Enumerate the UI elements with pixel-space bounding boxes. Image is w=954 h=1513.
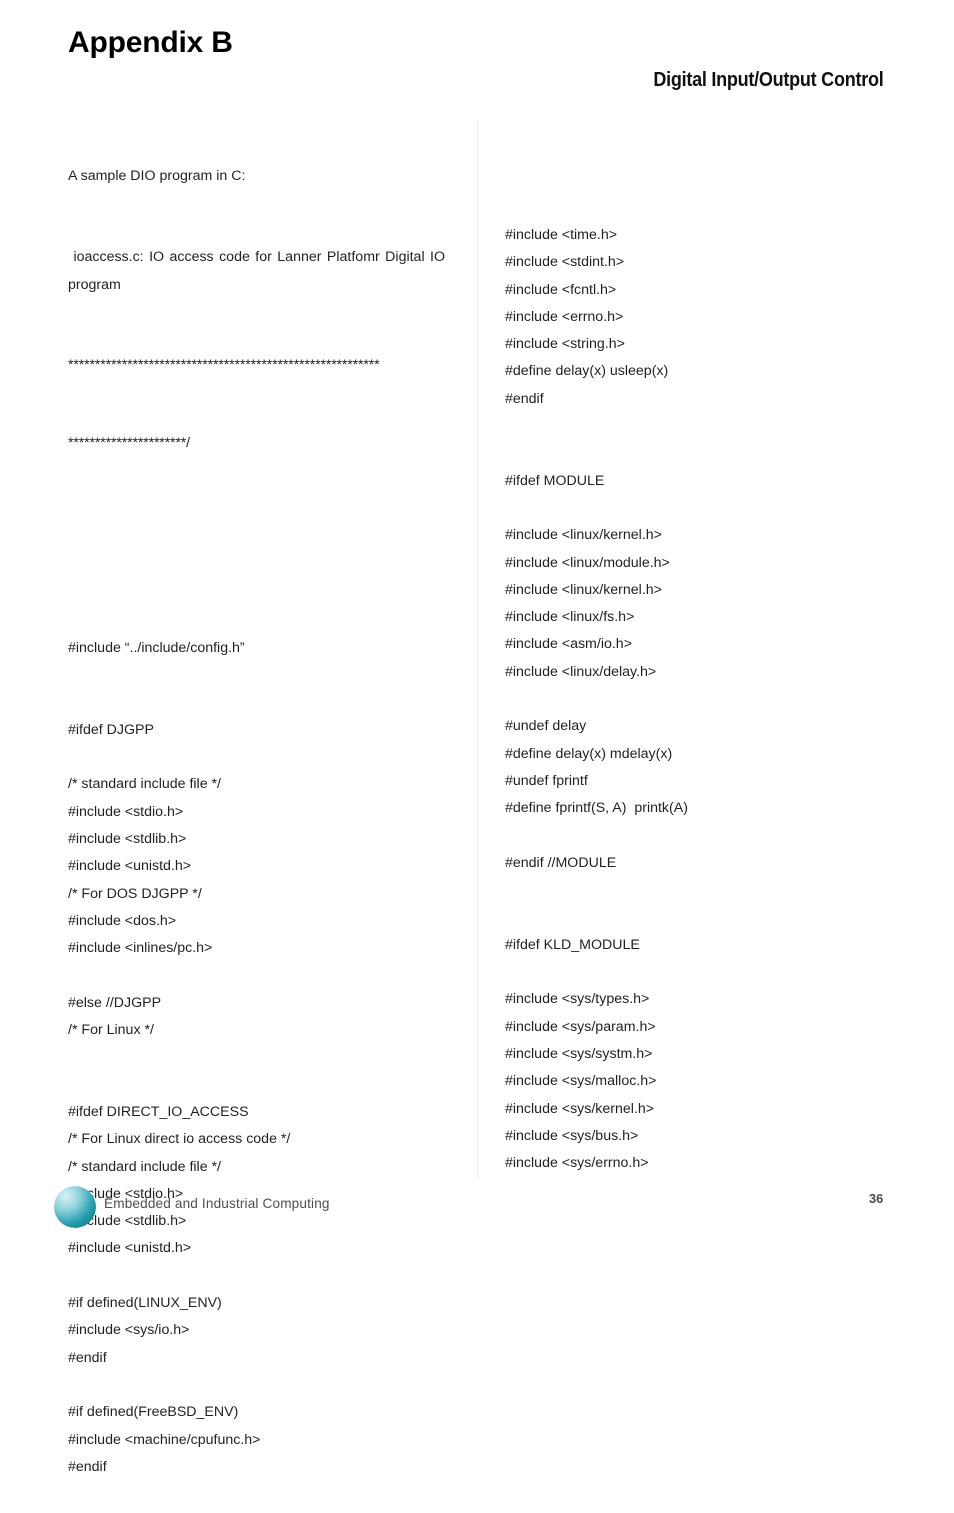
code-line: /* standard include file */ bbox=[68, 1158, 222, 1175]
right-code-block: #include <time.h> #include <stdint.h> #inc… bbox=[505, 222, 905, 1177]
code-line: #include <stdint.h> bbox=[505, 254, 625, 271]
code-line: #else //DJGPP bbox=[68, 994, 162, 1011]
code-line: #ifdef DJGPP bbox=[68, 721, 154, 738]
code-line: #ifdef KLD_MODULE bbox=[505, 936, 640, 953]
code-line: #include <machine/cpufunc.h> bbox=[68, 1431, 261, 1448]
code-line: #include <string.h> bbox=[505, 336, 625, 353]
code-line: #include <sys/malloc.h> bbox=[505, 1073, 657, 1090]
code-line: #include <errno.h> bbox=[505, 308, 624, 325]
code-line: #include <linux/module.h> bbox=[505, 554, 670, 571]
left-column-gap bbox=[68, 503, 458, 587]
code-line: #include <sys/systm.h> bbox=[505, 1045, 653, 1062]
code-line: #endif bbox=[68, 1349, 107, 1366]
intro-line: A sample DIO program in C: bbox=[68, 168, 246, 184]
code-line: #include <stdlib.h> bbox=[68, 1213, 187, 1230]
code-line: #include <unistd.h> bbox=[68, 1240, 192, 1257]
code-line: #endif bbox=[68, 1458, 107, 1475]
code-line: #if defined(LINUX_ENV) bbox=[68, 1295, 222, 1312]
code-line: #include <time.h> bbox=[505, 227, 617, 243]
left-column: A sample DIO program in C: ioaccess.c: I… bbox=[68, 131, 458, 1513]
code-line: #include <sys/io.h> bbox=[68, 1322, 190, 1339]
code-line: #endif //MODULE bbox=[505, 854, 617, 871]
code-line: /* For DOS DJGPP */ bbox=[68, 885, 202, 902]
code-line: #define delay(x) mdelay(x) bbox=[505, 745, 673, 762]
program-comment-line: ioaccess.c: IO access code for Lanner Pl… bbox=[68, 249, 451, 293]
code-line: #include <stdlib.h> bbox=[68, 830, 187, 847]
code-line: #include <fcntl.h> bbox=[505, 281, 617, 298]
right-column: #include <time.h> #include <stdint.h> #inc… bbox=[505, 190, 905, 1209]
document-page: Appendix B Digital Input/Output Control … bbox=[0, 0, 954, 1475]
code-line: #undef fprintf bbox=[505, 772, 588, 789]
code-line: #include “../include/config.h” bbox=[68, 639, 245, 656]
code-line: /* standard include file */ bbox=[68, 776, 222, 793]
code-line: #undef delay bbox=[505, 718, 587, 735]
code-line: #include <unistd.h> bbox=[68, 858, 192, 875]
code-line: #include <sys/errno.h> bbox=[505, 1155, 649, 1172]
lanner-globe-logo bbox=[53, 1185, 97, 1229]
code-line: #include <linux/delay.h> bbox=[505, 663, 657, 680]
code-line: #ifdef MODULE bbox=[505, 472, 605, 489]
code-line: #endif bbox=[505, 390, 544, 407]
code-line: #define fprintf(S, A) printk(A) bbox=[505, 800, 688, 817]
star-separator-line-2: **********************/ bbox=[68, 434, 190, 451]
code-line: #define delay(x) usleep(x) bbox=[505, 363, 669, 380]
code-line: #include <sys/bus.h> bbox=[505, 1127, 639, 1144]
code-line: #if defined(FreeBSD_ENV) bbox=[68, 1404, 239, 1421]
code-line: #include <sys/kernel.h> bbox=[505, 1100, 655, 1117]
appendix-title: Appendix B bbox=[68, 26, 233, 59]
page-number: 36 bbox=[869, 1191, 884, 1206]
code-line: #include <linux/fs.h> bbox=[505, 609, 635, 626]
code-line: #include <linux/kernel.h> bbox=[505, 581, 662, 598]
code-line: /* For Linux direct io access code */ bbox=[68, 1131, 291, 1148]
footer-tagline: Embedded and Industrial Computing bbox=[104, 1196, 330, 1211]
code-line: /* For Linux */ bbox=[68, 1022, 154, 1039]
left-code-block: #include “../include/config.h” #ifdef DJ… bbox=[68, 635, 458, 1481]
code-line: #include <asm/io.h> bbox=[505, 636, 632, 653]
code-line: #include <sys/types.h> bbox=[505, 991, 650, 1008]
code-line: #include <inlines/pc.h> bbox=[68, 940, 213, 957]
star-separator-line-1: ****************************************… bbox=[68, 356, 380, 373]
code-line: #include <dos.h> bbox=[68, 912, 177, 929]
code-line: #include <stdio.h> bbox=[68, 803, 184, 820]
code-line: #include <linux/kernel.h> bbox=[505, 527, 662, 544]
code-line: #include <sys/param.h> bbox=[505, 1018, 656, 1035]
section-title: Digital Input/Output Control bbox=[652, 68, 883, 91]
code-line: #ifdef DIRECT_IO_ACCESS bbox=[68, 1103, 249, 1120]
column-divider bbox=[477, 120, 478, 1178]
